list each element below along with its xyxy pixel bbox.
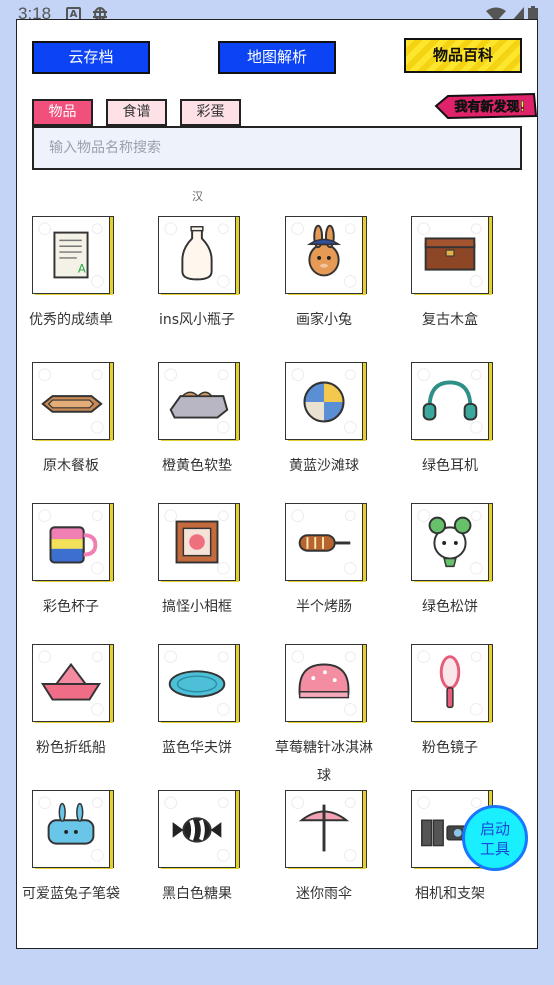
photo-frame-icon [158,503,236,581]
discover-badge-button[interactable]: 我有新发现! [434,92,537,120]
main-panel: 云存档 地图解析 物品百科 物品 食谱 彩蛋 我有新发现! 输入物品名称搜索 汉… [16,19,538,949]
pencil-case-icon [32,790,110,868]
item-label: 迷你雨伞 [296,886,352,902]
cloud-save-button[interactable]: 云存档 [32,41,150,74]
item-label: 半个烤肠 [296,599,352,615]
item-label: 蓝色华夫饼 [162,740,232,756]
item-label: 彩色杯子 [43,599,99,615]
wood-tray-icon [32,362,110,440]
sausage-icon [285,503,363,581]
item-label: 复古木盒 [422,312,478,328]
blue-waffle-icon [158,644,236,722]
green-muffin-icon [411,503,489,581]
item-label: 粉色镜子 [422,740,478,756]
map-parse-button[interactable]: 地图解析 [218,41,336,74]
tab-items[interactable]: 物品 [32,99,93,126]
report-card-icon: A [32,216,110,294]
item-label: 优秀的成绩单 [29,312,113,328]
item-label: 粉色折纸船 [36,740,106,756]
item-label: 草莓糖针冰淇淋球 [275,740,373,784]
tab-recipes[interactable]: 食谱 [106,99,167,126]
cushion-icon [158,362,236,440]
beach-ball-icon [285,362,363,440]
mug-icon [32,503,110,581]
item-label: 橙黄色软垫 [162,458,232,474]
item-label: 画家小兔 [296,312,352,328]
item-label: 原木餐板 [43,458,99,474]
item-label: 绿色松饼 [422,599,478,615]
item-label: ins风小瓶子 [158,312,236,328]
ice-cream-icon [285,644,363,722]
svg-text:A: A [78,262,86,276]
mirror-icon [411,644,489,722]
wooden-box-icon [411,216,489,294]
fab-line1: 启动 [479,820,510,838]
umbrella-icon [285,790,363,868]
paper-boat-icon [32,644,110,722]
item-label: 黑白色糖果 [162,886,232,902]
candy-icon [158,790,236,868]
launch-tool-button[interactable]: 启动 工具 [462,805,528,871]
item-label: 搞怪小相框 [162,599,232,615]
item-label: 黄蓝沙滩球 [289,458,359,474]
discover-badge-label: 我有新发现! [455,99,526,115]
item-label: 相机和支架 [415,886,485,902]
vase-icon [158,216,236,294]
item-label: 可爱蓝兔子笔袋 [22,886,120,902]
search-input[interactable]: 输入物品名称搜索 [32,126,522,170]
clipped-label: 汉 [192,190,203,203]
fab-line2: 工具 [479,840,510,858]
item-wiki-button[interactable]: 物品百科 [404,38,522,73]
item-label: 绿色耳机 [422,458,478,474]
tab-easter-eggs[interactable]: 彩蛋 [180,99,241,126]
painter-bunny-icon [285,216,363,294]
headphones-icon [411,362,489,440]
